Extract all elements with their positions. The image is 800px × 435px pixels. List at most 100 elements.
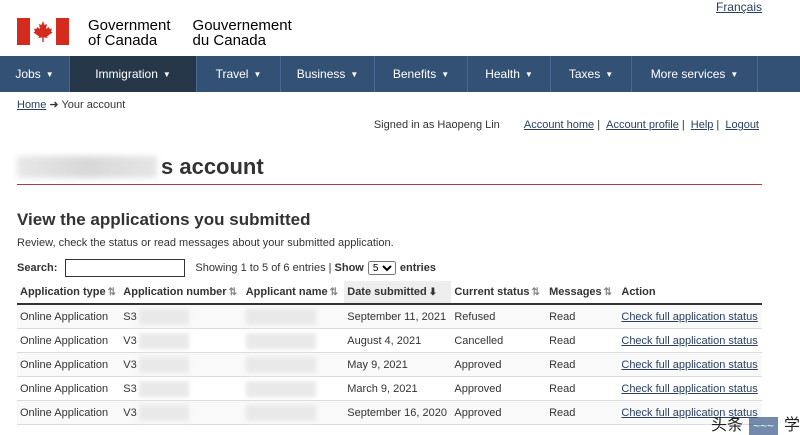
check-status-link[interactable]: Check full application status [621, 383, 757, 395]
nav-item-label: Health [485, 67, 520, 81]
chevron-down-icon: ▼ [350, 69, 359, 79]
redacted-name [17, 156, 157, 178]
logout-link[interactable]: Logout [725, 119, 759, 131]
cell-applicant-name [242, 376, 345, 401]
account-home-link[interactable]: Account home [524, 119, 594, 131]
cell-date-submitted: September 11, 2021 [344, 304, 452, 329]
page-title: s account [17, 154, 762, 185]
sort-icon: ⇅ [329, 287, 339, 298]
chevron-down-icon: ▼ [441, 69, 450, 79]
breadcrumb-home-link[interactable]: Home [17, 99, 46, 111]
entries-info: Showing 1 to 5 of 6 entries | [195, 262, 332, 274]
column-header-current-status[interactable]: Current status ⇅ [451, 281, 547, 305]
check-status-link[interactable]: Check full application status [621, 335, 757, 347]
government-wordmark: Government of Canada Gouvernement du Canad… [88, 17, 292, 49]
cell-application-type: Online Application [17, 352, 121, 377]
cell-messages: Read [546, 328, 619, 353]
applications-table: Application type ⇅ Application number ⇅ Appl… [17, 281, 762, 425]
cell-date-submitted: March 9, 2021 [344, 376, 452, 401]
check-status-link[interactable]: Check full application status [621, 359, 757, 371]
language-toggle-link[interactable]: Français [716, 0, 762, 14]
cell-messages: Read [546, 304, 619, 329]
column-header-applicant-name[interactable]: Applicant name ⇅ [242, 281, 345, 305]
nav-item-benefits[interactable]: Benefits ▼ [375, 56, 468, 92]
nav-item-taxes[interactable]: Taxes ▼ [551, 56, 632, 92]
search-input[interactable] [65, 259, 186, 277]
redacted-value [138, 380, 189, 397]
table-controls: Search: Showing 1 to 5 of 6 entries | Sh… [17, 259, 436, 277]
table-row: Online Application S3 September 11, 2021 Re… [17, 304, 762, 329]
chevron-down-icon: ▼ [45, 69, 54, 79]
cell-action: Check full application status [618, 352, 762, 377]
nav-item-label: Business [296, 67, 346, 81]
cell-current-status: Approved [451, 400, 547, 425]
government-logo[interactable]: Government of Canada Gouvernement du Canad… [17, 18, 314, 48]
chevron-down-icon: ▼ [162, 69, 171, 79]
nav-item-label: Jobs [15, 67, 41, 81]
cell-application-number: V3 [120, 328, 243, 353]
nav-item-health[interactable]: Health ▼ [468, 56, 551, 92]
cell-current-status: Approved [451, 352, 547, 377]
sort-icon: ⇅ [531, 287, 540, 298]
cell-application-type: Online Application [17, 376, 121, 401]
chevron-down-icon: ▼ [605, 69, 614, 79]
cell-messages: Read [546, 352, 619, 377]
redacted-value [138, 404, 189, 421]
cell-applicant-name [242, 400, 345, 425]
redacted-value [138, 308, 189, 325]
cell-current-status: Refused [451, 304, 547, 329]
cell-application-type: Online Application [17, 400, 121, 425]
nav-item-jobs[interactable]: Jobs ▼ [0, 56, 70, 92]
column-header-messages[interactable]: Messages ⇅ [546, 281, 619, 305]
nav-item-business[interactable]: Business ▼ [281, 56, 375, 92]
table-row: Online Application V3 August 4, 2021 Cancel… [17, 328, 762, 353]
section-description: Review, check the status or read message… [17, 237, 394, 249]
cell-applicant-name [242, 352, 345, 377]
entries-label: entries [399, 262, 436, 274]
redacted-value [245, 332, 316, 349]
column-header-application-type[interactable]: Application type ⇅ [17, 281, 121, 305]
redacted-value [245, 404, 316, 421]
sort-descending-icon: ⬇ [428, 287, 438, 298]
nav-item-label: Benefits [392, 67, 437, 81]
account-profile-link[interactable]: Account profile [606, 119, 679, 131]
nav-item-travel[interactable]: Travel ▼ [197, 56, 281, 92]
breadcrumb-current: Your account [61, 99, 126, 111]
check-status-link[interactable]: Check full application status [621, 311, 757, 323]
sort-icon: ⇅ [228, 287, 237, 298]
cell-application-number: S3 [120, 304, 243, 329]
show-label: Show [334, 262, 364, 274]
chevron-down-icon: ▼ [524, 69, 533, 79]
table-row: Online Application V3 September 16, 2020 Ap… [17, 400, 762, 425]
signed-in-text: Signed in as Haopeng Lin [373, 119, 500, 131]
chevron-down-icon: ▼ [253, 69, 262, 79]
cell-action: Check full application status [618, 304, 762, 329]
cell-action: Check full application status [618, 328, 762, 353]
redacted-value [245, 308, 316, 325]
redacted-value [245, 380, 316, 397]
nav-item-label: Travel [215, 67, 249, 81]
column-header-date-submitted[interactable]: Date submitted ⬇ [344, 281, 452, 305]
cell-current-status: Cancelled [451, 328, 547, 353]
nav-item-immigration[interactable]: Immigration ▼ [70, 56, 197, 92]
nav-item-more-services[interactable]: More services ▼ [632, 56, 758, 92]
cell-date-submitted: August 4, 2021 [344, 328, 452, 353]
cell-date-submitted: May 9, 2021 [344, 352, 452, 377]
page-size-select[interactable]: 5 [367, 261, 396, 275]
column-header-application-number[interactable]: Application number ⇅ [120, 281, 243, 305]
cell-applicant-name [242, 304, 345, 329]
table-row: Online Application S3 March 9, 2021 Approve… [17, 376, 762, 401]
main-navigation: Jobs ▼ Immigration ▼ Travel ▼ Business ▼ Benefit… [0, 56, 800, 92]
help-link[interactable]: Help [691, 119, 714, 131]
breadcrumb: Home ➜ Your account [17, 98, 125, 111]
table-row: Online Application V3 May 9, 2021 Approved R… [17, 352, 762, 377]
arrow-right-icon: ➜ [49, 99, 59, 111]
nav-item-label: Immigration [95, 67, 158, 81]
search-label: Search: [17, 262, 58, 274]
column-header-action: Action [618, 281, 762, 305]
cell-messages: Read [546, 400, 619, 425]
cell-applicant-name [242, 328, 345, 353]
cell-application-type: Online Application [17, 304, 121, 329]
cell-application-number: V3 [120, 352, 243, 377]
chevron-down-icon: ▼ [730, 69, 739, 79]
